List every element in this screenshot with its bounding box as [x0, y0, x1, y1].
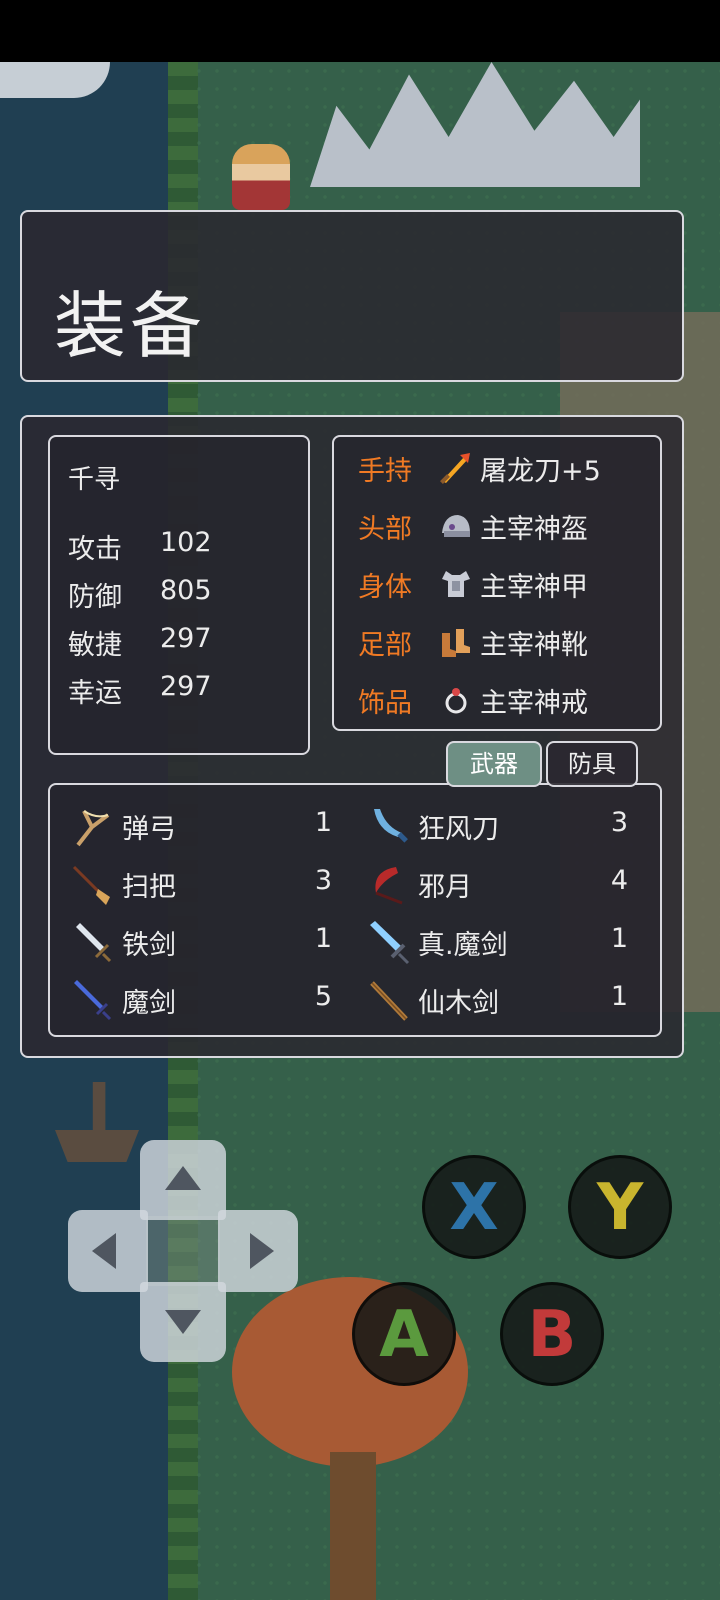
equip-slot-hand[interactable]: 手持 屠龙刀+5 [358, 447, 648, 487]
slot-label: 头部 [358, 514, 412, 545]
equipped-slots-box: 手持 屠龙刀+5 头部 主宰神盔 身体 主宰神甲 足部 主宰神靴 饰品 主宰神戒 [332, 435, 662, 731]
stat-value: 102 [160, 527, 212, 558]
page-title: 装备 [54, 284, 207, 368]
slot-item-name: 主宰神盔 [480, 514, 588, 545]
stat-value: 297 [160, 623, 212, 654]
item-name: 魔剑 [122, 988, 176, 1019]
slot-label: 手持 [358, 456, 412, 487]
slingshot-icon [76, 810, 110, 847]
inventory-item[interactable]: 铁剑 1 [50, 915, 346, 967]
equip-slot-head[interactable]: 头部 主宰神盔 [358, 505, 648, 545]
broom-icon [72, 865, 110, 905]
arrow-down-icon [165, 1310, 201, 1334]
inventory-list: 弹弓 1 狂风刀 3 扫把 3 邪月 4 铁剑 1 真.魔剑 1 魔剑 5 仙木… [48, 783, 662, 1037]
dpad [68, 1140, 298, 1362]
item-count: 5 [314, 981, 332, 1012]
inventory-item[interactable]: 仙木剑 1 [346, 973, 642, 1025]
stat-row-attack: 攻击 102 [68, 527, 298, 565]
stat-value: 805 [160, 575, 212, 606]
item-count: 3 [314, 865, 332, 896]
arrow-right-icon [250, 1233, 274, 1269]
slot-item-name: 主宰神甲 [480, 572, 588, 603]
inventory-item[interactable]: 邪月 4 [346, 857, 642, 909]
item-name: 邪月 [418, 872, 472, 903]
item-name: 狂风刀 [418, 814, 499, 845]
slot-label: 足部 [358, 630, 412, 661]
stat-label: 敏捷 [68, 630, 122, 661]
x-button[interactable]: X [422, 1155, 526, 1259]
item-count: 1 [610, 923, 628, 954]
item-count: 4 [610, 865, 628, 896]
slot-item-name: 主宰神戒 [480, 688, 588, 719]
tree-trunk [330, 1452, 376, 1600]
b-button[interactable]: B [500, 1282, 604, 1386]
dpad-up-button[interactable] [140, 1140, 226, 1220]
slot-label: 身体 [358, 572, 412, 603]
stat-row-luck: 幸运 297 [68, 671, 298, 709]
y-button[interactable]: Y [568, 1155, 672, 1259]
magic-sword-icon [370, 921, 410, 965]
dpad-right-button[interactable] [218, 1210, 298, 1292]
stat-label: 幸运 [68, 678, 122, 709]
status-bar [0, 0, 720, 62]
item-count: 1 [314, 923, 332, 954]
hero-sprite [232, 144, 290, 210]
inventory-item[interactable]: 狂风刀 3 [346, 799, 642, 851]
stat-label: 攻击 [68, 534, 122, 565]
fire-sword-icon [440, 453, 470, 484]
stat-row-agility: 敏捷 297 [68, 623, 298, 661]
sickle-icon [375, 867, 403, 905]
helmet-icon [442, 515, 470, 537]
item-count: 1 [314, 807, 332, 838]
iron-sword-icon [76, 923, 112, 963]
arrow-up-icon [165, 1166, 201, 1190]
inventory-item[interactable]: 魔剑 5 [50, 973, 346, 1025]
item-name: 铁剑 [122, 930, 176, 961]
tab-armor[interactable]: 防具 [546, 741, 638, 787]
equip-slot-feet[interactable]: 足部 主宰神靴 [358, 621, 648, 661]
stat-row-defense: 防御 805 [68, 575, 298, 613]
item-count: 1 [610, 981, 628, 1012]
arrow-left-icon [92, 1233, 116, 1269]
character-name: 千寻 [68, 465, 121, 495]
item-name: 仙木剑 [418, 988, 499, 1019]
slot-item-name: 屠龙刀+5 [480, 456, 601, 487]
dpad-down-button[interactable] [140, 1282, 226, 1362]
stat-label: 防御 [68, 582, 122, 613]
tab-weapons[interactable]: 武器 [446, 741, 542, 787]
inventory-item[interactable]: 弹弓 1 [50, 799, 346, 851]
title-panel: 装备 [20, 210, 684, 382]
equip-slot-accessory[interactable]: 饰品 主宰神戒 [358, 679, 648, 719]
a-button[interactable]: A [352, 1282, 456, 1386]
ring-icon [445, 688, 467, 714]
inventory-item[interactable]: 扫把 3 [50, 857, 346, 909]
dpad-center [146, 1216, 220, 1286]
equipment-panel: 千寻 攻击 102 防御 805 敏捷 297 幸运 297 手持 屠龙刀+5 … [20, 415, 684, 1058]
item-name: 扫把 [122, 872, 176, 903]
item-name: 弹弓 [122, 814, 176, 845]
armor-icon [442, 571, 470, 597]
character-stats-box: 千寻 攻击 102 防御 805 敏捷 297 幸运 297 [48, 435, 310, 755]
stat-value: 297 [160, 671, 212, 702]
slot-item-name: 主宰神靴 [480, 630, 588, 661]
wood-sword-icon [370, 981, 408, 1021]
inventory-item[interactable]: 真.魔剑 1 [346, 915, 642, 967]
curved-blade-icon [374, 809, 408, 843]
demon-sword-icon [74, 980, 112, 1021]
slot-label: 饰品 [358, 688, 412, 719]
equip-slot-body[interactable]: 身体 主宰神甲 [358, 563, 648, 603]
item-count: 3 [610, 807, 628, 838]
boots-icon [442, 629, 470, 657]
item-name: 真.魔剑 [418, 930, 508, 961]
dpad-left-button[interactable] [68, 1210, 148, 1292]
